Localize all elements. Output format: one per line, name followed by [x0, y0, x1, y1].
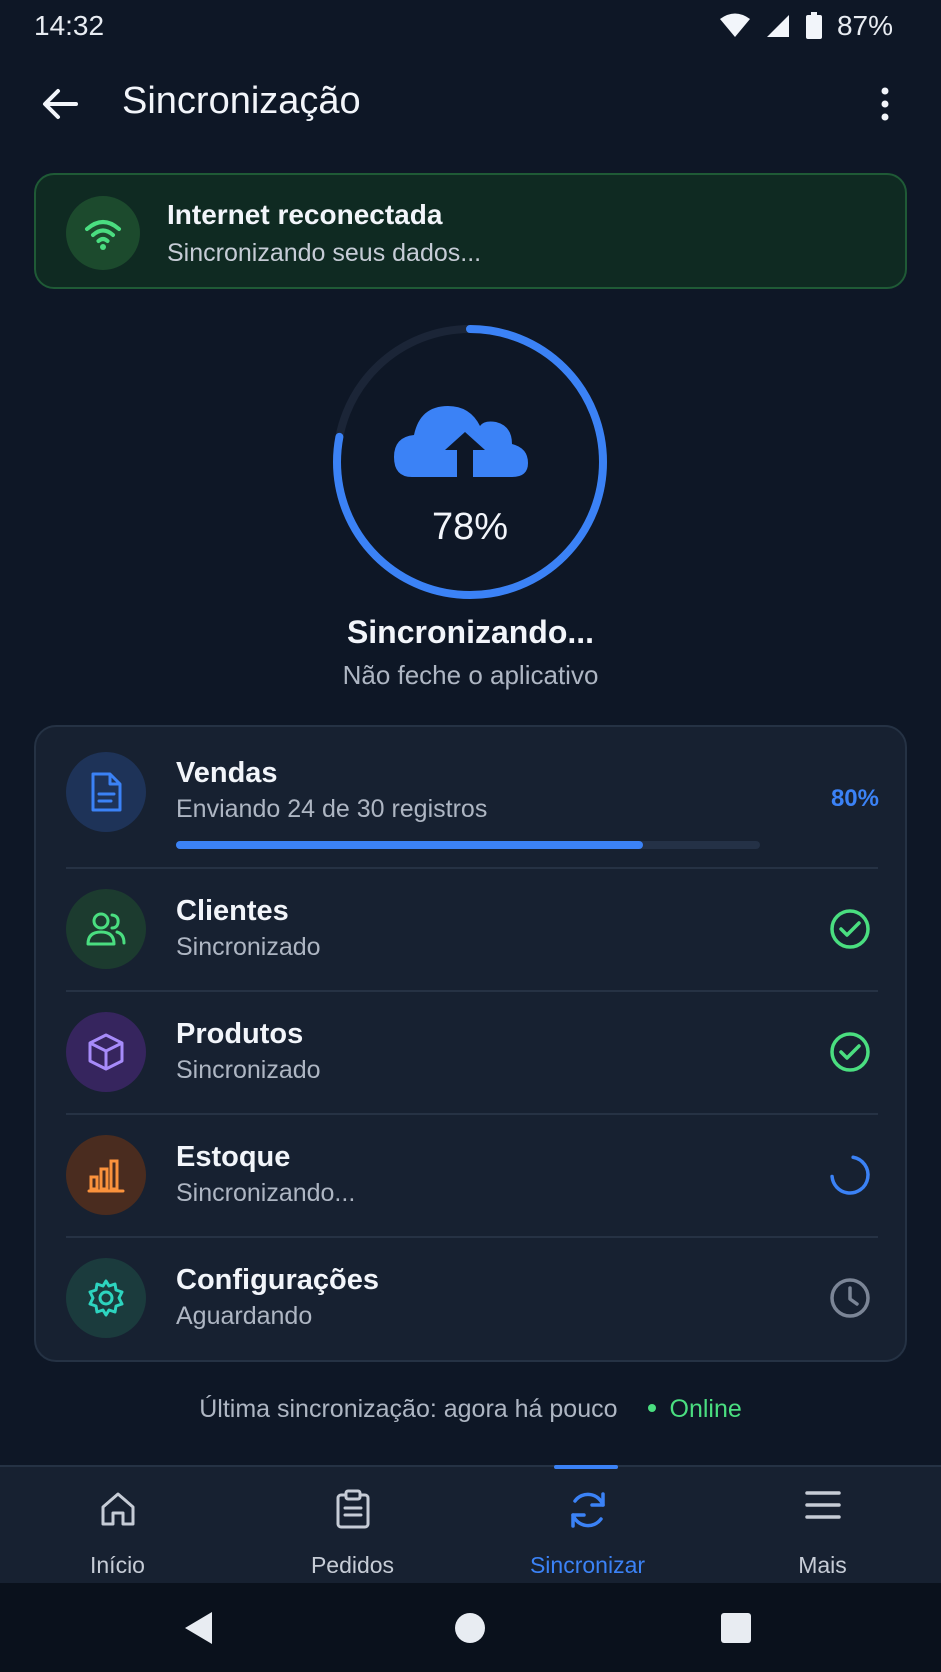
nav-label: Mais [798, 1552, 847, 1578]
loading-spinner-icon [827, 1152, 873, 1198]
sync-item-estoque[interactable]: Estoque Sincronizando... [36, 1114, 909, 1238]
online-dot [647, 1404, 656, 1413]
sync-progress-ring: 78% [330, 322, 610, 602]
sync-item-vendas[interactable]: Vendas Enviando 24 de 30 registros 80% [36, 727, 909, 869]
sync-items-card: Vendas Enviando 24 de 30 registros 80% C… [34, 725, 907, 1362]
circle-home-icon [455, 1613, 485, 1643]
back-button[interactable] [36, 80, 84, 128]
banner-title: Internet reconectada [167, 199, 443, 230]
nav-label: Sincronizar [529, 1552, 646, 1578]
home-icon [0, 1489, 235, 1529]
system-recents-button[interactable] [713, 1605, 759, 1651]
item-progress-bar [176, 841, 760, 849]
nav-inicio[interactable]: Início [0, 1467, 235, 1585]
clipboard-icon [235, 1489, 470, 1529]
last-sync-text: Última sincronização: agora há pouco [199, 1395, 618, 1423]
item-subtitle: Sincronizado [176, 933, 321, 961]
check-circle-icon [827, 906, 873, 952]
wifi-status-icon [719, 13, 750, 37]
last-sync-note: Última sincronização: agora há pouco Onli… [0, 1395, 941, 1424]
progress-percent: 78% [431, 506, 509, 548]
battery-percent: 87% [836, 10, 893, 41]
online-status: Online [669, 1395, 742, 1423]
item-subtitle: Sincronizado [176, 1056, 321, 1084]
signal-icon [766, 15, 789, 37]
item-subtitle: Enviando 24 de 30 registros [176, 795, 488, 823]
cloud-upload-icon [394, 406, 528, 477]
nav-sincronizar[interactable]: Sincronizar [470, 1465, 705, 1585]
wifi-icon [66, 196, 140, 270]
system-back-button[interactable] [175, 1605, 221, 1651]
active-tab-indicator [554, 1465, 618, 1469]
sync-icon [470, 1489, 705, 1531]
sync-status-subtitle: Não feche o aplicativo [342, 660, 599, 690]
sync-status-title: Sincronizando... [346, 614, 595, 650]
users-icon [66, 889, 146, 969]
clock-icon [827, 1275, 873, 1321]
connection-banner: Internet reconectada Sincronizando seus … [34, 173, 907, 289]
item-subtitle: Aguardando [176, 1302, 313, 1330]
sync-item-produtos[interactable]: Produtos Sincronizado [36, 991, 909, 1115]
app-bar: Sincronização [0, 62, 941, 146]
item-title: Clientes [176, 895, 289, 927]
arrow-left-icon [43, 89, 78, 119]
status-icons: 87% [719, 10, 893, 42]
document-icon [66, 752, 146, 832]
bar-chart-icon [66, 1135, 146, 1215]
nav-label: Pedidos [310, 1552, 395, 1578]
nav-label: Início [90, 1552, 145, 1578]
sync-item-configuracoes[interactable]: Configurações Aguardando [36, 1237, 909, 1360]
nav-pedidos[interactable]: Pedidos [235, 1467, 470, 1585]
status-bar: 14:32 87% [0, 0, 941, 52]
item-title: Estoque [176, 1141, 291, 1173]
item-subtitle: Sincronizando... [176, 1179, 356, 1207]
item-progress-fill [176, 841, 644, 849]
nav-mais[interactable]: Mais [705, 1467, 940, 1585]
banner-subtitle: Sincronizando seus dados... [167, 239, 482, 267]
item-title: Produtos [176, 1018, 304, 1050]
battery-icon [805, 12, 822, 39]
page-title: Sincronização [122, 80, 361, 122]
item-percent: 80% [830, 785, 879, 812]
triangle-back-icon [185, 1612, 212, 1644]
status-time: 14:32 [34, 10, 105, 41]
bottom-navigation: Início Pedidos Sincronizar Mais [0, 1465, 941, 1585]
system-navigation-bar [0, 1583, 941, 1672]
more-vertical-icon [881, 87, 889, 121]
more-options-button[interactable] [869, 80, 901, 128]
item-title: Configurações [176, 1264, 380, 1296]
gear-icon [66, 1258, 146, 1338]
check-circle-icon [827, 1029, 873, 1075]
menu-icon [705, 1489, 940, 1521]
system-home-button[interactable] [447, 1605, 493, 1651]
square-recents-icon [721, 1613, 751, 1643]
sync-item-clientes[interactable]: Clientes Sincronizado [36, 868, 909, 992]
item-title: Vendas [176, 757, 278, 789]
box-icon [66, 1012, 146, 1092]
